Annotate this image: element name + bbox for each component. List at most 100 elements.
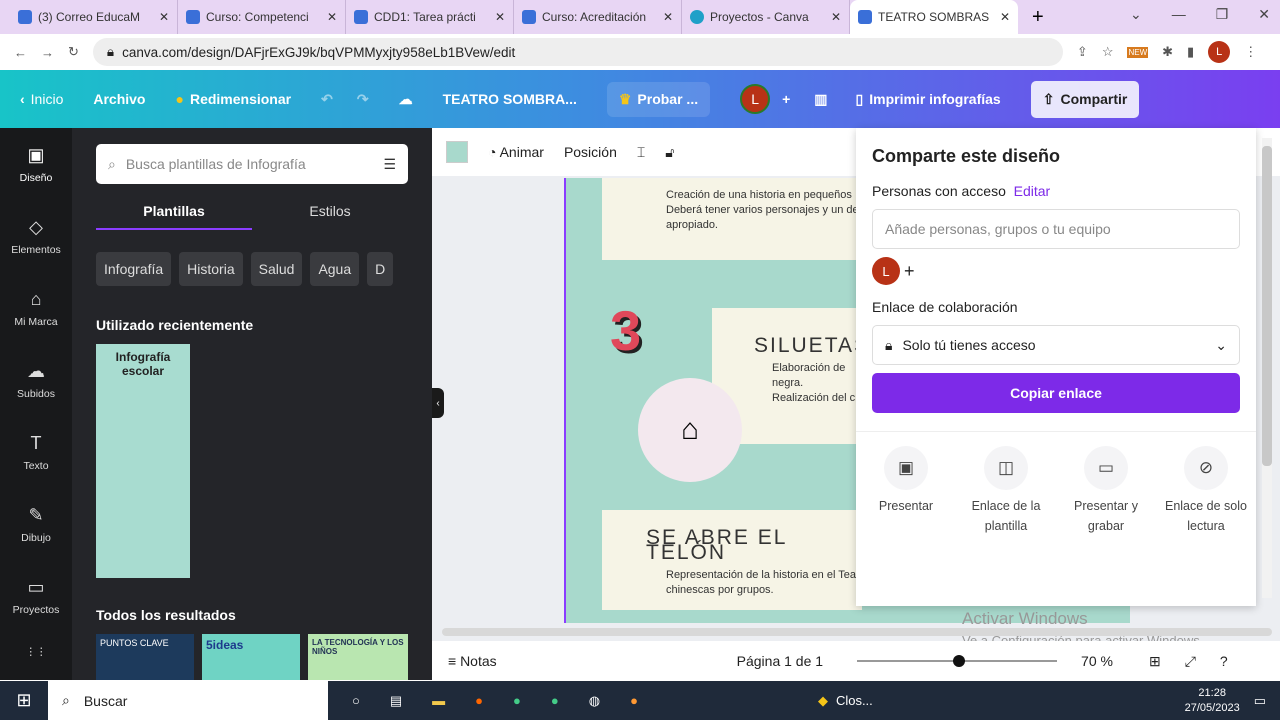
present-option[interactable]: ▣ Presentar [856, 446, 956, 536]
analytics-icon[interactable]: ▥ [814, 91, 827, 108]
file-menu[interactable]: Archivo [93, 91, 145, 107]
rail-uploads[interactable]: ☁ Subidos [0, 344, 72, 416]
present-record-option[interactable]: ▭ Presentar y grabar [1056, 446, 1156, 536]
rail-brand[interactable]: ⌂ Mi Marca [0, 272, 72, 344]
notes-button[interactable]: ≡ Notas [448, 653, 497, 669]
grid-view-icon[interactable]: ⊞ [1149, 653, 1161, 670]
start-icon[interactable]: ⊞ [0, 690, 48, 711]
extensions-icon[interactable]: ✱ [1162, 44, 1173, 60]
url-bar[interactable]: 🔒︎ canva.com/design/DAFjrExGJ9k/bqVPMMyxj… [92, 38, 1063, 66]
template-link-option[interactable]: ◫ Enlace de la plantilla [956, 446, 1056, 536]
task-view-icon[interactable]: ▤ [390, 693, 402, 709]
zoom-slider-thumb[interactable] [953, 655, 966, 667]
minimize-icon[interactable]: — [1172, 6, 1186, 23]
chip[interactable]: Salud [250, 252, 303, 286]
close-icon[interactable]: ✕ [327, 10, 337, 24]
app-icon[interactable]: ◍ [589, 693, 600, 709]
back-icon[interactable]: ← [14, 45, 27, 60]
position-button[interactable]: Posición [564, 144, 617, 160]
chip[interactable]: Agua [310, 252, 360, 286]
collapse-panel-handle[interactable]: ‹ [432, 388, 444, 418]
chip[interactable]: D [367, 252, 394, 286]
animate-button[interactable]: ◔ Animar [488, 144, 544, 160]
rail-projects[interactable]: ▭ Proyectos [0, 560, 72, 632]
close-icon[interactable]: ✕ [159, 10, 169, 24]
result-thumbnail[interactable]: PUNTOS CLAVE [96, 634, 194, 680]
add-collaborator-button[interactable]: + [782, 91, 790, 107]
browser-tab[interactable]: Curso: Competenci ✕ [178, 0, 346, 34]
zoom-slider[interactable] [857, 655, 1058, 667]
rail-design[interactable]: ▣ Diseño [0, 128, 72, 200]
tab-templates[interactable]: Plantillas [96, 194, 252, 230]
rail-elements[interactable]: ◇ Elementos [0, 200, 72, 272]
browser-tab[interactable]: (3) Correo EducaM ✕ [10, 0, 178, 34]
menu-icon[interactable]: ⋮ [1244, 44, 1257, 60]
chip[interactable]: Infografía [96, 252, 172, 286]
share-page-icon[interactable]: ⇪ [1077, 44, 1088, 60]
close-icon[interactable]: ✕ [495, 10, 505, 24]
edit-link[interactable]: Editar [1014, 183, 1051, 199]
result-thumbnail[interactable]: 5ideas [202, 634, 300, 680]
firefox-icon[interactable]: ● [475, 693, 483, 708]
chip[interactable]: Historia [179, 252, 243, 286]
try-pro-button[interactable]: ♛ Probar ... [606, 81, 711, 117]
browser-tab[interactable]: Proyectos - Canva ✕ [682, 0, 850, 34]
tab-search-icon[interactable]: ⌄ [1130, 6, 1142, 23]
share-button[interactable]: ⇧ Compartir [1030, 80, 1140, 118]
extension-new-badge[interactable]: NEW [1127, 46, 1149, 58]
redo-icon[interactable]: ↷ [357, 91, 369, 108]
rail-text[interactable]: T Texto [0, 416, 72, 488]
result-thumbnail[interactable]: LA TECNOLOGÍA Y LOS NIÑOS [308, 634, 408, 680]
user-avatar[interactable]: L [740, 84, 771, 114]
page-indicator[interactable]: Página 1 de 1 [737, 653, 823, 669]
reload-icon[interactable]: ↻ [68, 44, 79, 60]
copy-link-button[interactable]: Copiar enlace [872, 373, 1240, 413]
close-window-icon[interactable]: ✕ [1258, 6, 1270, 23]
cortana-icon[interactable]: ○ [352, 693, 360, 708]
filter-icon[interactable]: ☰ [383, 156, 396, 173]
sidepanel-icon[interactable]: ▮ [1187, 44, 1194, 60]
template-search-input[interactable]: ⌕ Busca plantillas de Infografía ☰ [96, 144, 408, 184]
forward-icon[interactable]: → [41, 45, 54, 60]
zoom-level[interactable]: 70 % [1081, 653, 1113, 669]
cloud-saved-icon[interactable]: ☁ [399, 91, 413, 108]
close-icon[interactable]: ✕ [831, 10, 841, 24]
undo-icon[interactable]: ↶ [321, 91, 333, 108]
fullscreen-icon[interactable]: ⤢ [1185, 653, 1196, 670]
help-icon[interactable]: ? [1220, 653, 1228, 669]
apps-icon[interactable]: ⋮⋮ [0, 632, 72, 672]
close-icon[interactable]: ✕ [1000, 10, 1010, 24]
add-collaborator-icon[interactable]: + [904, 261, 915, 282]
resize-button[interactable]: ● Redimensionar [175, 91, 291, 107]
notifications-icon[interactable]: ▭ [1254, 693, 1266, 709]
rail-draw[interactable]: ✎ Dibujo [0, 488, 72, 560]
design-title[interactable]: TEATRO SOMBRA... [443, 91, 577, 107]
taskbar-app-label[interactable]: Clos... [836, 693, 873, 708]
browser-tab[interactable]: Curso: Acreditación ✕ [514, 0, 682, 34]
lock-icon[interactable]: 🔓︎ [665, 144, 674, 161]
paint-format-icon[interactable]: ⌶ [637, 144, 645, 161]
chrome-icon[interactable]: ● [513, 693, 521, 708]
close-icon[interactable]: ✕ [663, 10, 673, 24]
taskbar-search[interactable]: ⌕ Buscar [48, 681, 328, 720]
recent-template-thumbnail[interactable]: Infografía escolar [96, 344, 190, 578]
dialog-scrollbar[interactable] [1262, 138, 1272, 598]
clock[interactable]: 21:28 27/05/2023 [1185, 686, 1240, 716]
new-tab-icon[interactable]: + [1032, 6, 1044, 29]
tab-styles[interactable]: Estilos [252, 194, 408, 230]
add-people-input[interactable]: Añade personas, grupos o tu equipo [872, 209, 1240, 249]
explorer-icon[interactable]: ▬ [432, 693, 445, 708]
horizontal-scrollbar[interactable] [442, 628, 1272, 636]
readonly-link-option[interactable]: ⊘ Enlace de solo lectura [1156, 446, 1256, 536]
home-button[interactable]: ‹ Inicio [20, 91, 63, 107]
color-swatch[interactable] [446, 141, 468, 163]
profile-avatar[interactable]: L [1208, 41, 1231, 63]
app-icon[interactable]: ● [630, 693, 638, 708]
print-button[interactable]: ▯ Imprimir infografías [856, 91, 1001, 108]
chrome-icon[interactable]: ● [551, 693, 559, 708]
bookmark-icon[interactable]: ☆ [1102, 44, 1114, 60]
browser-tab-active[interactable]: TEATRO SOMBRAS ✕ [850, 0, 1018, 34]
restore-icon[interactable]: ❐ [1216, 6, 1229, 23]
browser-tab[interactable]: CDD1: Tarea prácti ✕ [346, 0, 514, 34]
access-dropdown[interactable]: 🔒︎ Solo tú tienes acceso ⌄ [872, 325, 1240, 365]
